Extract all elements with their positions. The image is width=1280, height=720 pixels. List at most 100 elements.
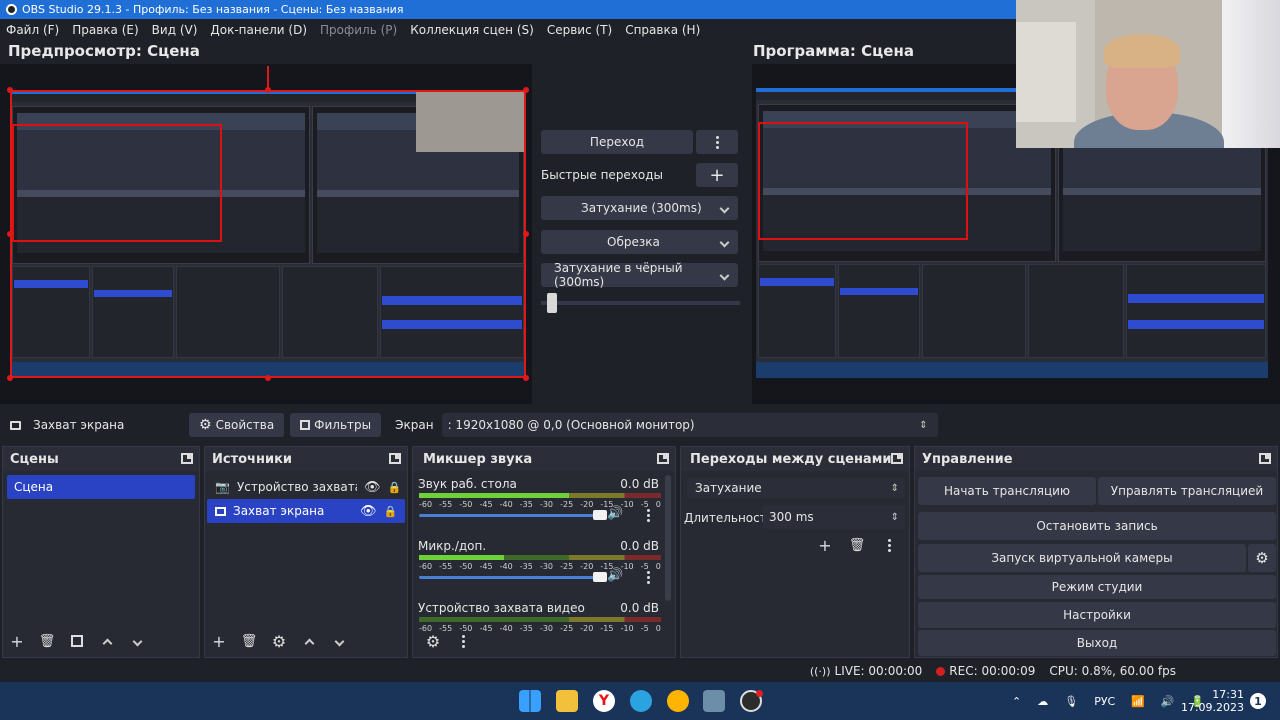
resize-handle[interactable] — [523, 375, 529, 381]
settings-button[interactable]: Настройки — [918, 602, 1276, 628]
scene-filters-button[interactable] — [67, 631, 87, 651]
source-item[interactable]: 📷 Устройство захвата ви 👁 🔒 — [207, 475, 405, 499]
add-quick-transition-button[interactable]: + — [696, 163, 738, 187]
resize-handle[interactable] — [7, 87, 13, 93]
speaker-icon[interactable]: 🔊 — [607, 506, 623, 521]
more-vertical-icon — [646, 575, 650, 579]
gear-icon: ⚙ — [1255, 549, 1269, 567]
undock-icon[interactable] — [891, 453, 903, 464]
move-source-down-button[interactable] — [329, 631, 349, 651]
undock-icon[interactable] — [389, 453, 401, 464]
resize-handle[interactable] — [523, 231, 529, 237]
transition-select[interactable]: Затухание ⇕ — [687, 477, 905, 499]
resize-handle[interactable] — [7, 231, 13, 237]
volume-slider-knob[interactable] — [593, 572, 607, 582]
scene-item[interactable]: Сцена — [7, 475, 195, 499]
chevron-down-icon — [719, 203, 730, 213]
channel-menu-button[interactable] — [643, 507, 653, 523]
exit-button[interactable]: Выход — [918, 630, 1276, 656]
move-scene-up-button[interactable] — [97, 631, 117, 651]
undock-icon[interactable] — [657, 453, 669, 464]
language-indicator[interactable]: РУС — [1094, 695, 1115, 708]
remove-scene-button[interactable]: 🗑 — [37, 631, 57, 651]
move-source-up-button[interactable] — [299, 631, 319, 651]
controls-dock: Управление Начать трансляцию Управлять т… — [914, 446, 1278, 658]
clock[interactable]: 17:31 17.09.2023 — [1181, 682, 1244, 720]
advanced-audio-button[interactable]: ⚙ — [423, 631, 443, 651]
wifi-icon[interactable]: 📶 — [1131, 695, 1145, 708]
menu-tools[interactable]: Сервис (T) — [547, 23, 612, 37]
menu-help[interactable]: Справка (H) — [625, 23, 700, 37]
volume-slider[interactable] — [419, 572, 607, 582]
quick-transition-fade[interactable]: Затухание (300ms) — [541, 196, 738, 220]
mixer-menu-button[interactable] — [453, 631, 473, 651]
telegram-icon[interactable] — [630, 690, 652, 712]
transition-button[interactable]: Переход — [541, 130, 693, 154]
remove-source-button[interactable]: 🗑 — [239, 631, 259, 651]
menu-scene-collection[interactable]: Коллекция сцен (S) — [410, 23, 534, 37]
t-bar-handle[interactable] — [546, 293, 557, 313]
dock-title: Управление — [922, 451, 1013, 467]
lock-icon[interactable]: 🔒 — [387, 481, 401, 494]
properties-button[interactable]: ⚙ Свойства — [189, 413, 285, 437]
start-virtual-camera-button[interactable]: Запуск виртуальной камеры — [918, 544, 1246, 572]
menu-file[interactable]: Файл (F) — [6, 23, 59, 37]
volume-meter — [419, 555, 661, 560]
mixer-scrollbar[interactable] — [665, 475, 671, 601]
duration-spinbox[interactable]: 300 ms ⇕ — [763, 505, 905, 529]
quick-transition-fade-black[interactable]: Затухание в чёрный (300ms) — [541, 261, 738, 289]
menu-view[interactable]: Вид (V) — [152, 23, 198, 37]
volume-slider[interactable] — [419, 510, 607, 520]
remove-transition-button[interactable]: 🗑 — [847, 535, 867, 555]
cloud-icon[interactable]: ☁ — [1037, 695, 1048, 708]
resize-handle[interactable] — [523, 87, 529, 93]
manage-broadcast-button[interactable]: Управлять трансляцией — [1098, 477, 1276, 505]
filters-button[interactable]: Фильтры — [290, 413, 382, 437]
preview-canvas[interactable] — [0, 64, 532, 404]
quick-transitions-label: Быстрые переходы — [541, 168, 664, 182]
studio-mode-button[interactable]: Режим студии — [918, 575, 1276, 599]
lock-icon[interactable]: 🔒 — [384, 505, 398, 518]
menu-profile[interactable]: Профиль (P) — [320, 23, 397, 37]
volume-icon[interactable]: 🔊 — [1161, 695, 1175, 708]
add-source-button[interactable]: + — [209, 631, 229, 651]
add-transition-button[interactable]: + — [815, 535, 835, 555]
quick-transition-cut[interactable]: Обрезка — [541, 230, 738, 254]
eye-icon[interactable]: 👁 — [360, 504, 377, 519]
channel-db: 0.0 dB — [620, 477, 659, 491]
microphone-icon[interactable]: 🎙 — [1064, 695, 1078, 708]
cpu-status: CPU: 0.8%, 60.00 fps — [1049, 664, 1176, 678]
speaker-icon[interactable]: 🔊 — [607, 568, 623, 583]
menu-docks[interactable]: Док-панели (D) — [210, 23, 307, 37]
resize-handle[interactable] — [265, 375, 271, 381]
screen-select[interactable]: : 1920x1080 @ 0,0 (Основной монитор) ⇕ — [441, 413, 938, 437]
move-scene-down-button[interactable] — [127, 631, 147, 651]
t-bar-track[interactable] — [541, 301, 740, 305]
undock-icon[interactable] — [1259, 453, 1271, 464]
channel-menu-button[interactable] — [643, 569, 653, 585]
stop-recording-button[interactable]: Остановить запись — [918, 512, 1276, 540]
db-tick: -15 — [600, 624, 614, 633]
eye-icon[interactable]: 👁 — [364, 480, 381, 495]
app-icon[interactable] — [667, 690, 689, 712]
source-selection-frame[interactable] — [10, 90, 526, 378]
source-item[interactable]: Захват экрана 👁 🔒 — [207, 499, 405, 523]
add-scene-button[interactable]: + — [7, 631, 27, 651]
undock-icon[interactable] — [181, 453, 193, 464]
resize-handle[interactable] — [7, 375, 13, 381]
windows-start-icon[interactable] — [519, 690, 541, 712]
file-explorer-icon[interactable] — [556, 690, 578, 712]
start-streaming-button[interactable]: Начать трансляцию — [918, 477, 1096, 505]
channel-db: 0.0 dB — [620, 601, 659, 615]
transition-properties-button[interactable] — [879, 535, 899, 555]
transition-more-button[interactable] — [696, 130, 738, 154]
menu-edit[interactable]: Правка (E) — [72, 23, 138, 37]
volume-slider-knob[interactable] — [593, 510, 607, 520]
calculator-icon[interactable] — [703, 690, 725, 712]
rotation-handle[interactable] — [267, 66, 269, 88]
yandex-browser-icon[interactable]: Y — [593, 690, 615, 712]
notifications-icon[interactable]: 1 — [1250, 693, 1266, 709]
source-properties-button[interactable]: ⚙ — [269, 631, 289, 651]
chevron-up-icon[interactable]: ⌃ — [1012, 695, 1021, 708]
virtual-camera-settings-button[interactable]: ⚙ — [1248, 544, 1276, 572]
